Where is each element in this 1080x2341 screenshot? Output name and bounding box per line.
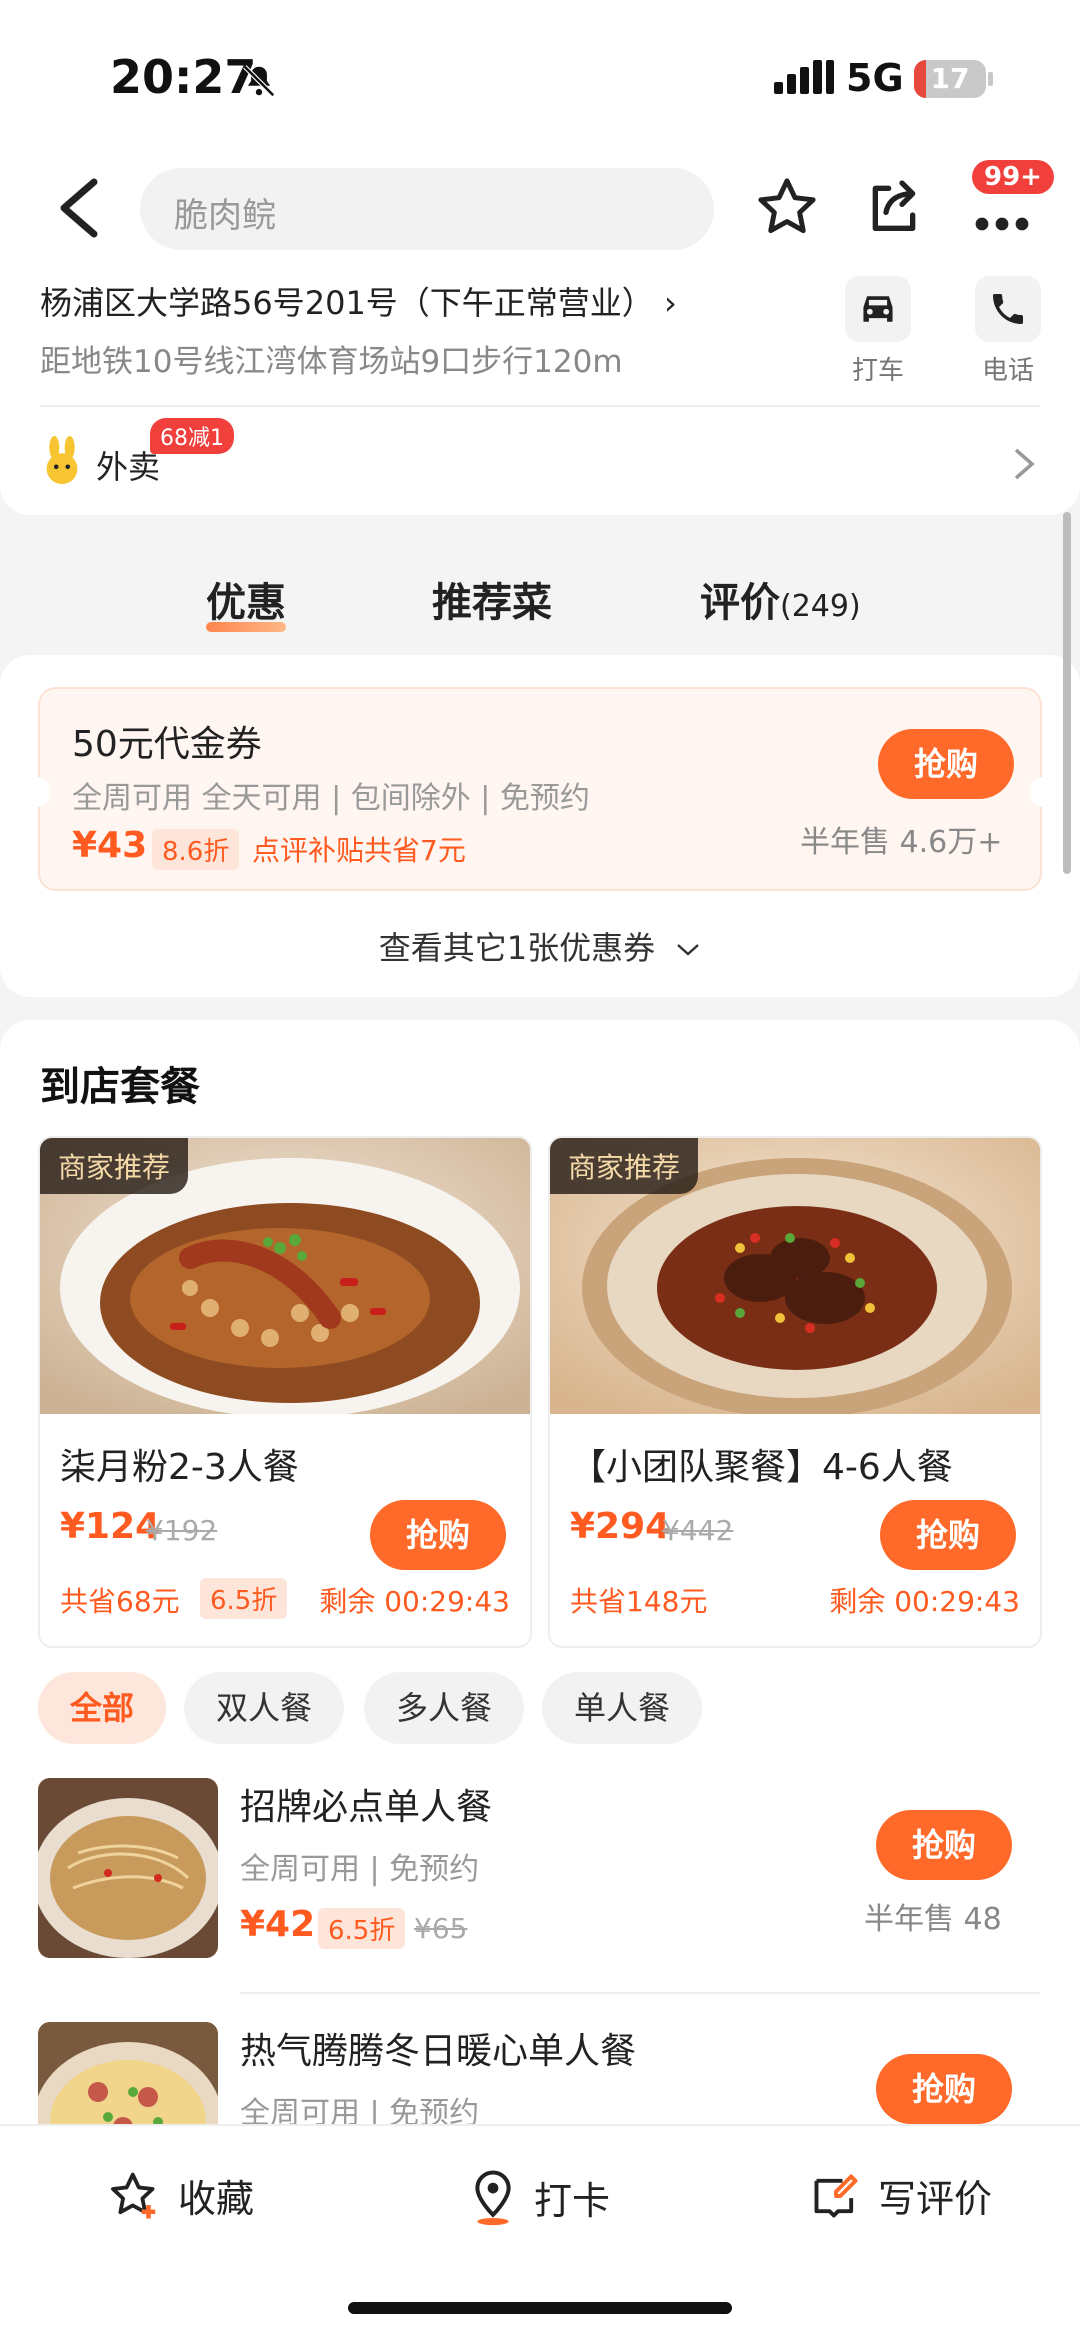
package-name: 柒月粉2-3人餐 xyxy=(60,1447,299,1488)
silent-bell-icon xyxy=(243,65,275,97)
package-original-price: ¥442 xyxy=(662,1514,734,1547)
item-name: 招牌必点单人餐 xyxy=(240,1787,493,1828)
voucher-title: 50元代金券 xyxy=(72,724,262,765)
tab-active-indicator xyxy=(206,622,286,632)
taxi-button[interactable]: 打车 xyxy=(838,276,918,387)
metro-distance: 距地铁10号线江湾体育场站9口步行120m xyxy=(40,344,623,380)
checkin-button[interactable]: 打卡 xyxy=(468,2168,610,2226)
share-icon[interactable] xyxy=(862,174,926,240)
package-price: ¥294 xyxy=(570,1506,671,1547)
item-thumbnail xyxy=(38,1778,218,1958)
item-terms: 全周可用 | 免预约 xyxy=(240,1852,480,1887)
write-review-label: 写评价 xyxy=(878,2177,993,2221)
tab-deals[interactable]: 优惠 xyxy=(206,570,286,632)
package-card[interactable]: 商家推荐 柒月粉2-3人餐 ¥124 ¥192 抢购 共省68元 6.5折 剩余… xyxy=(38,1136,532,1648)
voucher-terms: 全周可用 全天可用 | 包间除外 | 免预约 xyxy=(72,781,590,816)
edit-review-icon xyxy=(814,2174,858,2217)
tab-reviews[interactable]: 评价(249) xyxy=(700,570,861,628)
package-buy-button[interactable]: 抢购 xyxy=(370,1500,506,1570)
item-price: ¥42 xyxy=(240,1904,316,1945)
chevron-down-icon xyxy=(677,944,700,956)
package-card[interactable]: 商家推荐 【小团队聚餐】4-6人餐 ¥294 ¥442 抢购 共省148元 剩余… xyxy=(548,1136,1042,1648)
location-pin-icon xyxy=(475,2170,511,2226)
car-icon xyxy=(845,276,911,342)
filter-chip-single[interactable]: 单人餐 xyxy=(542,1672,703,1744)
review-count: (249) xyxy=(780,589,861,624)
item-original-price: ¥65 xyxy=(414,1912,468,1945)
filter-chip-all[interactable]: 全部 xyxy=(38,1672,167,1744)
network-type: 5G xyxy=(846,56,904,100)
battery-icon: 17 xyxy=(914,60,986,98)
package-timer: 剩余 00:29:43 xyxy=(319,1585,510,1618)
package-original-price: ¥192 xyxy=(146,1514,218,1547)
divider xyxy=(240,1992,1040,1994)
phone-icon xyxy=(975,276,1041,342)
packages-title: 到店套餐 xyxy=(40,1064,200,1110)
status-time: 20:27 xyxy=(110,50,257,104)
voucher-price: ¥43 xyxy=(72,825,148,866)
section-tabs: 优惠 推荐菜 评价(249) xyxy=(0,560,1080,640)
package-timer: 剩余 00:29:43 xyxy=(829,1585,1020,1618)
search-input[interactable]: 脆肉鲩 xyxy=(140,168,714,250)
package-saving: 共省148元 xyxy=(570,1585,708,1618)
coupon-section: 50元代金券 全周可用 全天可用 | 包间除外 | 免预约 ¥43 8.6折 点… xyxy=(0,655,1080,997)
star-plus-icon xyxy=(111,2172,156,2218)
notification-badge: 99+ xyxy=(972,160,1054,194)
list-item[interactable]: 招牌必点单人餐 全周可用 | 免预约 ¥42 6.5折 ¥65 抢购 半年售 4… xyxy=(0,1778,1080,2018)
package-image: 商家推荐 xyxy=(550,1138,1040,1418)
scrollbar[interactable] xyxy=(1063,512,1071,874)
filter-chip-double[interactable]: 双人餐 xyxy=(184,1672,345,1744)
item-name: 热气腾腾冬日暖心单人餐 xyxy=(240,2031,637,2072)
top-nav: 脆肉鲩 99+ xyxy=(0,150,1080,270)
favorite-star-icon[interactable] xyxy=(754,174,820,240)
search-placeholder: 脆肉鲩 xyxy=(174,196,276,236)
package-saving: 共省68元 xyxy=(60,1585,180,1618)
tab-reviews-label: 评价 xyxy=(700,580,780,626)
chevron-right-icon[interactable] xyxy=(1012,446,1036,482)
voucher-buy-button[interactable]: 抢购 xyxy=(878,729,1014,799)
package-discount: 6.5折 xyxy=(200,1578,288,1619)
item-sold-count: 半年售 48 xyxy=(864,1902,1002,1937)
package-buy-button[interactable]: 抢购 xyxy=(880,1500,1016,1570)
chevron-right-icon: › xyxy=(653,284,677,322)
home-indicator[interactable] xyxy=(348,2302,732,2314)
tab-deals-label: 优惠 xyxy=(206,580,286,626)
address-block: 杨浦区大学路56号201号（下午正常营业） › 距地铁10号线江湾体育场站9口步… xyxy=(0,270,1080,515)
back-icon[interactable] xyxy=(50,176,110,240)
status-bar: 20:27 5G 17 xyxy=(0,0,1080,150)
item-buy-button[interactable]: 抢购 xyxy=(876,1810,1012,1880)
merchant-recommend-tag: 商家推荐 xyxy=(550,1138,699,1194)
write-review-button[interactable]: 写评价 xyxy=(810,2168,992,2223)
address-text: 杨浦区大学路56号201号（下午正常营业） xyxy=(40,284,654,322)
voucher-saving: 点评补贴共省7元 xyxy=(252,834,466,867)
phone-button[interactable]: 电话 xyxy=(968,276,1048,387)
voucher-card[interactable]: 50元代金券 全周可用 全天可用 | 包间除外 | 免预约 ¥43 8.6折 点… xyxy=(28,687,1052,891)
voucher-sold-count: 半年售 4.6万+ xyxy=(800,825,1003,860)
tab-recommended-label: 推荐菜 xyxy=(432,580,552,626)
divider xyxy=(40,405,1040,407)
battery-level: 17 xyxy=(930,62,970,95)
package-name: 【小团队聚餐】4-6人餐 xyxy=(570,1447,953,1488)
more-coupons-label: 查看其它1张优惠券 xyxy=(378,929,656,967)
more-coupons-link[interactable]: 查看其它1张优惠券 xyxy=(0,923,1080,969)
collect-label: 收藏 xyxy=(178,2177,255,2221)
filter-chip-multi[interactable]: 多人餐 xyxy=(364,1672,525,1744)
tab-recommended[interactable]: 推荐菜 xyxy=(432,570,552,628)
collect-button[interactable]: 收藏 xyxy=(108,2168,254,2223)
package-image: 商家推荐 xyxy=(40,1138,530,1418)
signal-icon xyxy=(774,60,834,94)
taxi-label: 打车 xyxy=(851,356,904,386)
item-discount: 6.5折 xyxy=(318,1908,406,1949)
phone-label: 电话 xyxy=(981,356,1034,386)
checkin-label: 打卡 xyxy=(534,2178,611,2223)
takeout-promo-badge: 68减1 xyxy=(150,418,234,454)
item-buy-button[interactable]: 抢购 xyxy=(876,2054,1012,2124)
takeout-rabbit-icon xyxy=(46,436,78,485)
merchant-recommend-tag: 商家推荐 xyxy=(40,1138,189,1194)
voucher-discount: 8.6折 xyxy=(152,829,240,870)
address-line[interactable]: 杨浦区大学路56号201号（下午正常营业） › xyxy=(40,278,677,324)
